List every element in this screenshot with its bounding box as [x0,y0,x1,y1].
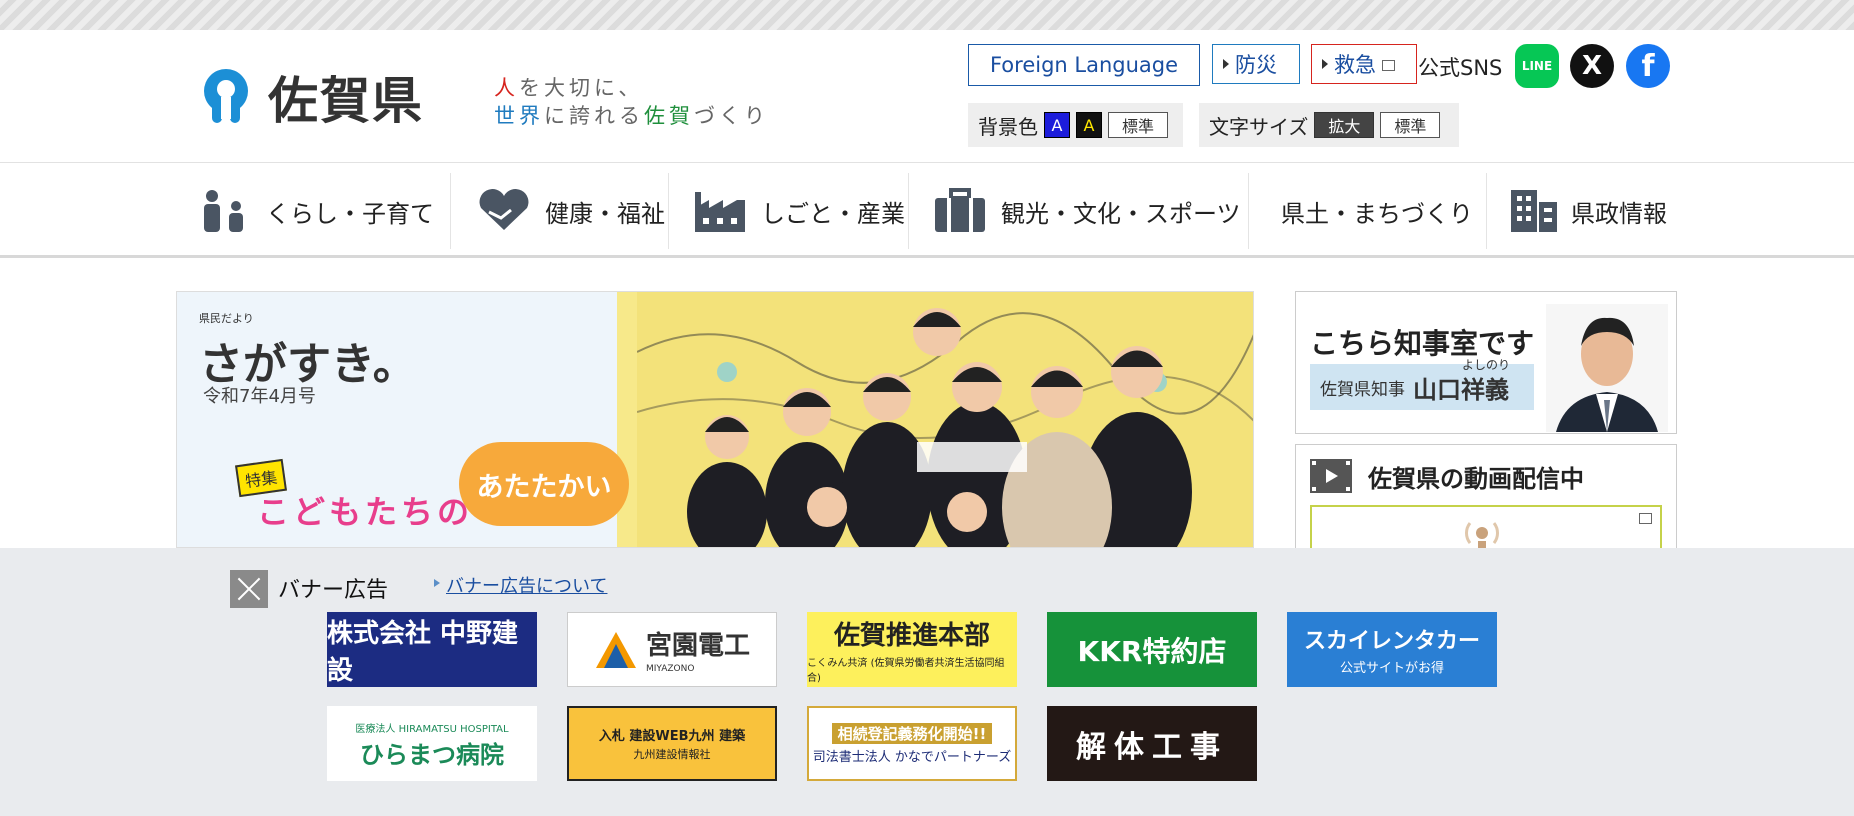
ad-banner-miyazono[interactable]: 宮園電工 MIYAZONO [567,612,777,687]
suitcase-icon [935,188,985,232]
governor-role: 佐賀県知事 [1320,379,1405,400]
video-streaming-panel[interactable]: 佐賀県の動画配信中 [1295,444,1677,565]
ad-banner-kensetsu-web[interactable]: 入札 建設WEB九州 建築 九州建設情報社 [567,706,777,781]
ad-banner-kkr[interactable]: KKR特約店 [1047,612,1257,687]
bg-color-label: 背景色 [978,114,1038,139]
ad-banner-text: KKR特約店 [1077,634,1227,668]
hero-text-panel: 県民だより さがすき。 令和7年4月号 特集 こどもたちの あたたかい [177,292,629,547]
ad-banner-kokumin[interactable]: 佐賀推進本部 こくみん共済 (佐賀県労働者共済生活協同組合) [807,612,1017,687]
ad-banner-text: 相続登記義務化開始!! [831,722,993,744]
font-enlarge-button[interactable]: 拡大 [1314,112,1375,138]
hero-banner[interactable]: 県民だより さがすき。 令和7年4月号 特集 こどもたちの あたたかい [176,291,1254,548]
nav-item-label: しごと・産業 [761,199,905,228]
ad-banner-text: 宮園電工 [645,631,750,661]
ad-banner-subtext: MIYAZONO [645,664,695,674]
bg-blue-button[interactable]: A [1044,112,1070,138]
bg-standard-button[interactable]: 標準 [1108,112,1168,138]
building-icon [1511,190,1557,232]
bousai-button[interactable]: 防災 [1212,44,1300,84]
ad-banner-subtext: 九州建設情報社 [633,748,711,761]
nav-item-kenko[interactable]: 健康・福祉 [450,173,668,249]
font-size-selector: 文字サイズ 拡大 標準 [1199,103,1459,147]
sns-label: 公式SNS [1418,56,1503,80]
slogan-part: を大切に、 [519,76,644,100]
nav-item-shigoto[interactable]: しごと・産業 [668,173,908,249]
slogan-part: 佐賀 [644,104,694,128]
slogan-part: づくり [694,104,769,128]
external-link-icon [1639,513,1652,524]
banner-ad-title: バナー広告 [278,578,389,603]
slogan-part: 世界 [494,104,544,128]
children-photo-illustration [637,292,1253,547]
nav-item-kensei[interactable]: 県政情報 [1486,173,1686,249]
saga-emblem-icon [204,69,248,123]
ad-banner-text: 佐賀推進本部 [833,621,990,651]
family-icon [204,190,243,232]
ad-banner-text: ひらまつ病院 [360,740,504,769]
global-nav: くらし・子育て 健康・福祉 しごと・産業 観光・文化・スポーツ 県土・まちづくり [0,162,1854,258]
governor-ruby: よしのり [1462,358,1511,372]
font-size-label: 文字サイズ [1209,114,1309,139]
logo-text: 佐賀県 [268,72,424,130]
top-decor-strip [0,0,1854,30]
site-logo[interactable]: 佐賀県 [194,62,424,132]
background-color-selector: 背景色 A A 標準 [968,103,1183,147]
foreign-language-button[interactable]: Foreign Language [968,44,1200,86]
ad-banner-subtext: こくみん共済 (佐賀県労働者共済生活協同組合) [807,658,1005,684]
ad-banner-subtext: 医療法人 HIRAMATSU HOSPITAL [355,723,509,735]
governor-office-banner[interactable]: こちら知事室です 佐賀県知事 山口祥義 よしのり [1295,291,1677,434]
ad-banner-text-group: 宮園電工 MIYAZONO [646,625,750,674]
slogan: 人を大切に、 世界に誇れる佐賀づくり [494,74,769,130]
governor-name: 山口祥義 [1413,375,1509,404]
slogan-part: 人 [494,76,519,100]
external-link-icon [1382,59,1395,71]
nav-item-kurashi[interactable]: くらし・子育て [196,173,450,249]
hero-issue: 令和7年4月号 [203,386,316,407]
ad-banner-subtext: 公式サイトがお得 [1339,661,1444,676]
bg-black-button[interactable]: A [1076,112,1102,138]
ad-banner-kaitai[interactable]: 解体工事 [1047,706,1257,781]
factory-icon [695,192,745,232]
line-icon[interactable]: LINE [1515,44,1559,88]
banner-ad-about-link[interactable]: バナー広告について [434,572,607,598]
hero-cloud: あたたかい [459,442,629,526]
governor-portrait [1546,304,1668,432]
ad-banner-nakano[interactable]: 株式会社 中野建設 [327,612,537,687]
nav-item-kanko[interactable]: 観光・文化・スポーツ [908,173,1248,249]
video-title: 佐賀県の動画配信中 [1368,465,1584,493]
facebook-icon[interactable]: f [1626,44,1670,88]
nav-item-kendo[interactable]: 県土・まちづくり [1248,173,1486,249]
ad-banner-text: 入札 建設WEB九州 建築 [598,729,746,744]
nav-item-label: 県政情報 [1571,199,1667,228]
governor-photo [1546,304,1668,432]
bousai-label: 防災 [1235,53,1277,77]
hero-headline: こどもたちの [257,493,474,531]
nav-item-label: くらし・子育て [266,199,434,228]
ad-banner-kanade[interactable]: 相続登記義務化開始!! 司法書士法人 かなでパートナーズ [807,706,1017,781]
ad-banner-hiramatsu[interactable]: 医療法人 HIRAMATSU HOSPITAL ひらまつ病院 [327,706,537,781]
ad-banner-text: 解体工事 [1076,729,1228,765]
ad-banner-text: スカイレンタカー [1303,629,1480,654]
font-standard-button[interactable]: 標準 [1380,112,1441,138]
kyukyu-button[interactable]: 救急 [1311,44,1417,84]
nav-item-label: 観光・文化・スポーツ [1001,199,1241,228]
video-icon [1310,459,1352,493]
hero-photo [637,292,1253,547]
miyazono-logo-icon [595,631,636,668]
nav-item-label: 県土・まちづくり [1281,199,1473,228]
ad-banner-text: 株式会社 中野建設 [327,618,519,686]
kyukyu-label: 救急 [1334,53,1376,77]
slogan-part: に誇れる [544,104,644,128]
hero-small-label: 県民だより [199,312,254,325]
heart-hands-icon [479,189,529,230]
x-icon[interactable]: X [1570,44,1614,88]
close-icon[interactable] [230,570,268,608]
ad-banner-subtext: 司法書士法人 かなでパートナーズ [812,749,1012,765]
nav-item-label: 健康・福祉 [545,199,665,228]
ad-banner-sky-rentacar[interactable]: スカイレンタカー 公式サイトがお得 [1287,612,1497,687]
